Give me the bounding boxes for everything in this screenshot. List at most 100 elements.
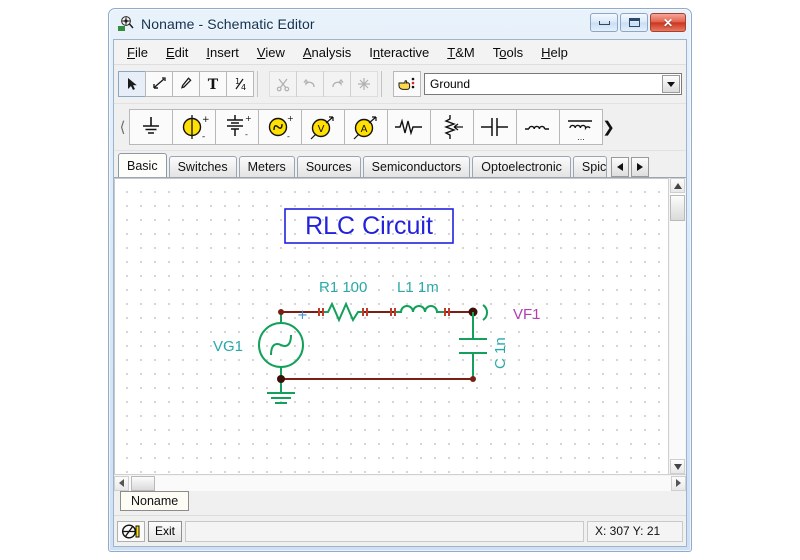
tab-sources[interactable]: Sources [296, 156, 361, 177]
exit-button[interactable]: Exit [148, 520, 183, 542]
component-category-tabs: Basic Switches Meters Sources Semiconduc… [114, 151, 686, 178]
menu-view[interactable]: View [248, 43, 294, 62]
menu-tools[interactable]: Tools [484, 43, 532, 62]
maximize-button[interactable] [620, 13, 648, 32]
cursor-arrow-button[interactable] [118, 71, 146, 97]
scroll-right-button[interactable] [671, 475, 686, 491]
tabs-scroll-right-button[interactable] [630, 157, 649, 177]
cut-scissors-icon [276, 78, 290, 92]
tab-spice[interactable]: Spice [572, 156, 607, 177]
wire-draw-icon [153, 77, 166, 89]
component-toolbar: ⟨ + - + - + - V A ... ❯ [114, 104, 686, 151]
tab-semiconductors[interactable]: Semiconductors [362, 156, 471, 177]
close-icon: ✕ [662, 15, 674, 30]
tab-switches[interactable]: Switches [168, 156, 237, 177]
resistor-r1-symbol [323, 301, 363, 323]
window-client-area: File Edit Insert View Analysis Interacti… [113, 39, 687, 547]
horizontal-scroll-track[interactable] [129, 475, 671, 491]
schematic-canvas[interactable]: RLC Circuit + VG1 R1 100 L1 1m C 1n VF1 [114, 178, 668, 474]
canvas-vertical-scrollbar[interactable] [668, 178, 686, 474]
probe-marker-icon [482, 304, 489, 321]
bottom-junction-dot [470, 376, 476, 382]
probe-tool-button[interactable] [117, 520, 145, 542]
redo-icon [332, 78, 344, 88]
snap-button[interactable] [350, 71, 378, 97]
maximize-icon [628, 18, 640, 27]
ammeter-icon: A [353, 116, 377, 140]
component-ammeter[interactable]: A [344, 109, 388, 145]
canvas-horizontal-scrollbar[interactable] [114, 474, 686, 491]
tab-spice-label: Spice [581, 160, 607, 174]
tab-basic[interactable]: Basic [118, 153, 167, 177]
component-select-arrow[interactable] [662, 75, 680, 93]
component-select[interactable]: Ground [424, 73, 682, 95]
menu-analysis[interactable]: Analysis [294, 43, 360, 62]
vertical-scroll-track[interactable] [670, 193, 685, 459]
component-ac-source[interactable]: + - [258, 109, 302, 145]
tab-meters-label: Meters [247, 160, 286, 174]
component-battery[interactable]: + - [215, 109, 259, 145]
menu-insert[interactable]: Insert [197, 43, 248, 62]
source-waveform-icon [270, 334, 292, 356]
component-resistor[interactable] [387, 109, 431, 145]
pen-icon [181, 77, 192, 89]
component-ground[interactable] [129, 109, 173, 145]
component-scroll-right[interactable]: ❯ [602, 109, 615, 145]
exit-button-label: Exit [155, 524, 176, 538]
document-tab-noname[interactable]: Noname [120, 491, 190, 511]
menu-tandm[interactable]: T&M [438, 43, 483, 62]
component-potentiometer[interactable] [430, 109, 474, 145]
toolbar-separator-1 [257, 71, 265, 97]
menu-edit[interactable]: Edit [157, 43, 197, 62]
cursor-coordinates: X: 307 Y: 21 [587, 520, 683, 542]
menu-help[interactable]: Help [532, 43, 577, 62]
main-toolbar: T 1 4 Ground [114, 65, 686, 104]
pen-button[interactable] [172, 71, 200, 97]
tabs-scroll-left-button[interactable] [610, 157, 629, 177]
text-tool-button[interactable]: T [199, 71, 227, 97]
window-titlebar[interactable]: Noname - Schematic Editor ✕ [109, 9, 691, 39]
inductor-l1-symbol [395, 305, 445, 313]
component-inductor[interactable] [516, 109, 560, 145]
component-transformer[interactable]: ... [559, 109, 603, 145]
undo-button[interactable] [296, 71, 324, 97]
component-voltmeter[interactable]: V [301, 109, 345, 145]
wire-draw-button[interactable] [145, 71, 173, 97]
horizontal-scroll-thumb[interactable] [131, 475, 155, 491]
svg-text:...: ... [577, 133, 585, 142]
toolbar-separator-2 [381, 71, 389, 97]
undo-icon [303, 78, 315, 88]
menu-interactive[interactable]: Interactive [360, 43, 438, 62]
scroll-up-button[interactable] [670, 178, 685, 193]
schematic-editor-window: Noname - Schematic Editor ✕ File Edit In… [108, 8, 692, 552]
menu-file[interactable]: File [118, 43, 157, 62]
scale-ratio-button[interactable]: 1 4 [226, 71, 254, 97]
triangle-right-icon [636, 163, 643, 171]
tab-switches-label: Switches [177, 160, 228, 174]
svg-text:+: + [202, 115, 210, 125]
text-tool-icon: T [208, 77, 219, 92]
redo-button[interactable] [323, 71, 351, 97]
tab-optoelectronic[interactable]: Optoelectronic [472, 156, 571, 177]
triangle-left-icon [616, 163, 623, 171]
triangle-up-icon [673, 182, 682, 189]
scroll-down-button[interactable] [670, 459, 685, 474]
statusbar: Exit X: 307 Y: 21 [114, 515, 686, 546]
cut-button[interactable] [269, 71, 297, 97]
component-scroll-left[interactable]: ⟨ [116, 109, 129, 145]
place-component-button[interactable] [393, 71, 421, 97]
label-inductor: L1 1m [397, 279, 439, 296]
inductor-icon [525, 125, 549, 130]
triangle-left-small-icon [119, 479, 124, 487]
svg-text:+: + [245, 114, 252, 123]
tab-meters[interactable]: Meters [238, 156, 295, 177]
component-capacitor[interactable] [473, 109, 517, 145]
tab-semiconductors-label: Semiconductors [371, 160, 462, 174]
svg-text:+: + [287, 114, 294, 123]
close-button[interactable]: ✕ [650, 13, 686, 32]
vertical-scroll-thumb[interactable] [670, 195, 685, 221]
scroll-left-button[interactable] [114, 475, 129, 491]
voltmeter-icon: V [310, 116, 334, 140]
minimize-button[interactable] [590, 13, 618, 32]
component-dc-source[interactable]: + - [172, 109, 216, 145]
